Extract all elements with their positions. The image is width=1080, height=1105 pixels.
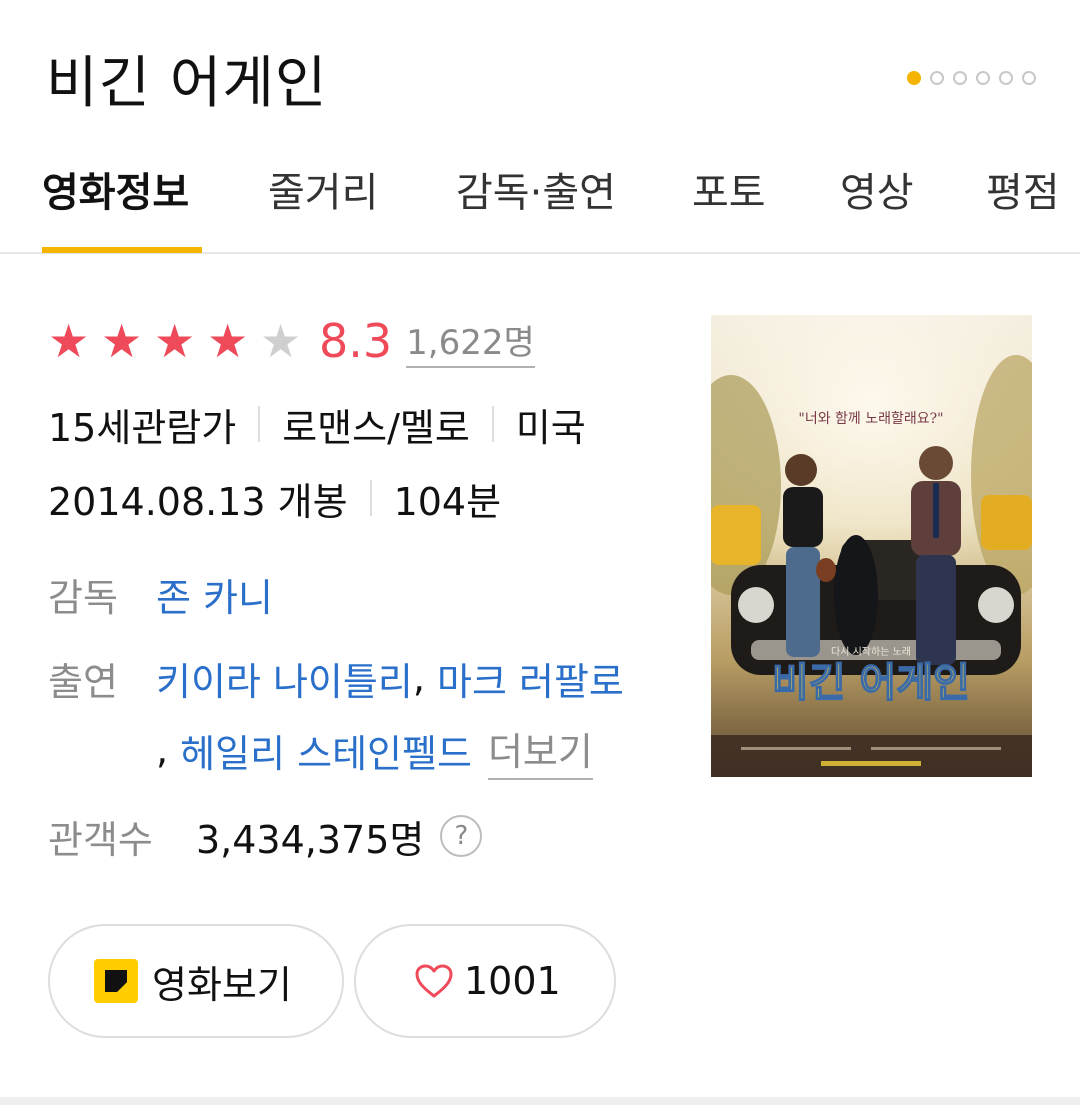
star-icon: ★ (48, 314, 90, 368)
pager-dot-1[interactable] (907, 71, 921, 85)
divider (491, 406, 494, 442)
divider (258, 406, 261, 442)
audience-row: 관객수 3,434,375명 ? (48, 808, 483, 864)
page-title: 비긴 어게인 (46, 51, 328, 116)
pager-dot-3[interactable] (953, 71, 967, 85)
poster-subtitle: 다시 시작하는 노래 (831, 645, 911, 658)
section-divider (0, 1097, 1080, 1105)
tab-movie-info[interactable]: 영화정보 (42, 160, 189, 218)
rating-row: ★ ★ ★ ★ ★ 8.3 1,622명 (48, 306, 535, 376)
heart-icon (414, 963, 454, 999)
star-icon: ★ (207, 314, 249, 368)
like-count: 1001 (464, 959, 561, 1003)
divider (369, 480, 372, 516)
pager-dot-4[interactable] (976, 71, 990, 85)
runtime: 104분 (393, 479, 502, 524)
meta-row-2: 2014.08.13 개봉 104분 (48, 470, 501, 526)
release-date: 2014.08.13 개봉 (48, 479, 348, 524)
tab-synopsis[interactable]: 줄거리 (268, 160, 378, 218)
pager-dot-5[interactable] (999, 71, 1013, 85)
genre: 로맨스/멜로 (282, 405, 470, 450)
star-icon: ★ (154, 314, 196, 368)
tab-director-cast[interactable]: 감독·출연 (456, 160, 616, 218)
watch-movie-button[interactable]: 영화보기 (48, 924, 344, 1038)
country: 미국 (515, 405, 586, 450)
age-rating: 15세관람가 (48, 405, 237, 450)
movie-poster[interactable]: "너와 함께 노래할래요?" 다시 시작하는 노래 비긴 어게인 (711, 315, 1032, 777)
director-row: 감독 존 카니 (48, 566, 273, 622)
tab-photo[interactable]: 포토 (692, 160, 766, 218)
cast-label: 출연 (48, 659, 118, 704)
cast-link-3[interactable]: 헤일리 스테인펠드 (180, 723, 472, 778)
audience-label: 관객수 (48, 817, 153, 862)
poster-image: "너와 함께 노래할래요?" 다시 시작하는 노래 비긴 어게인 (711, 315, 1032, 777)
pager-dot-6[interactable] (1022, 71, 1036, 85)
poster-tagline: "너와 함께 노래할래요?" (798, 411, 943, 427)
like-button[interactable]: 1001 (354, 924, 616, 1038)
kakao-page-icon (94, 959, 138, 1003)
director-label: 감독 (48, 575, 118, 620)
star-empty-icon: ★ (260, 314, 302, 368)
tab-video[interactable]: 영상 (840, 160, 914, 218)
director-link[interactable]: 존 카니 (156, 567, 273, 622)
more-cast-link[interactable]: 더보기 (487, 721, 593, 780)
active-tab-indicator (42, 247, 202, 253)
cast-row-cont: , 헤일리 스테인펠드 더보기 (156, 721, 593, 780)
tab-bar: 영화정보 줄거리 감독·출연 포토 영상 평점 (0, 150, 1080, 254)
poster-title: 비긴 어게인 (772, 660, 970, 706)
tab-rating[interactable]: 평점 (986, 160, 1060, 218)
carousel-pager (907, 71, 1036, 85)
star-icon: ★ (101, 314, 143, 368)
rating-count-link[interactable]: 1,622명 (406, 315, 535, 368)
rating-score: 8.3 (319, 314, 393, 368)
meta-row-1: 15세관람가 로맨스/멜로 미국 (48, 396, 586, 452)
help-icon[interactable]: ? (440, 815, 483, 857)
audience-count: 3,434,375명 (196, 817, 425, 862)
pager-dot-2[interactable] (930, 71, 944, 85)
cast-link-2[interactable]: 마크 러팔로 (437, 651, 624, 706)
watch-movie-label: 영화보기 (152, 962, 292, 1007)
cast-link-1[interactable]: 키이라 나이틀리 (156, 651, 413, 706)
cast-row: 출연 키이라 나이틀리, 마크 러팔로 (48, 650, 624, 706)
